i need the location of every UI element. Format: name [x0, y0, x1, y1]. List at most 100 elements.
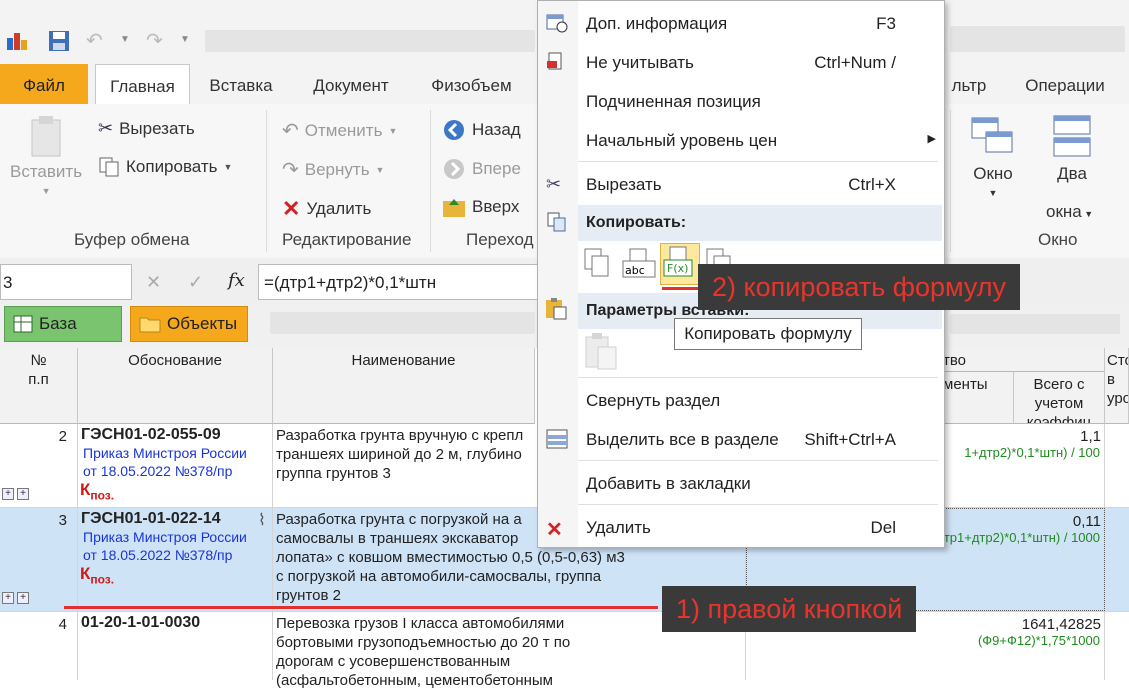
expand-icon[interactable]: + [17, 488, 29, 500]
navigation-group-label: Переход [466, 230, 534, 249]
document-ignore-icon [547, 52, 562, 70]
undo-button[interactable]: ↶ Отменить ▼ [282, 118, 397, 143]
forward-button[interactable]: Впере [442, 157, 521, 181]
base-tab[interactable]: База [4, 306, 122, 342]
objects-label: Объекты [167, 314, 238, 333]
header-cost[interactable]: Стовуро [1105, 348, 1129, 424]
copy-button[interactable]: Копировать ▼ [98, 156, 232, 178]
cut-label: Вырезать [119, 118, 195, 138]
menu-item-subposition[interactable]: Подчиненная позиция [538, 83, 944, 119]
clipboard-icon [31, 116, 61, 157]
windows-icon [971, 117, 1013, 153]
check-icon[interactable]: ✓ [188, 272, 203, 293]
divider [950, 110, 951, 252]
row-basis: ГЭСН01-01-022-14 Приказ Минстроя России … [78, 508, 273, 611]
split-window-icon [1053, 115, 1091, 157]
back-button[interactable]: Назад [442, 118, 521, 142]
menu-item-delete[interactable]: ✕ Удалить Del [538, 509, 944, 545]
copy-text-icon[interactable]: abc [622, 247, 656, 279]
chevron-down-icon: ▼ [223, 162, 233, 172]
menu-item-collapse[interactable]: Свернуть раздел [538, 382, 944, 418]
svg-text:abc: abc [625, 264, 645, 277]
header-qty[interactable]: тво [943, 348, 1105, 372]
copy-formula-button[interactable]: F(x) [660, 243, 700, 285]
header-num[interactable]: № п.п [0, 348, 78, 424]
formula-input[interactable]: =(дтр1+дтр2)*0,1*штн [258, 264, 548, 300]
row-basis: ГЭСН01-02-055-09 Приказ Минстроя России … [78, 424, 273, 507]
two-windows-button[interactable]: Два [1052, 114, 1092, 184]
menu-item-select-all[interactable]: Выделить все в разделе Shift+Ctrl+A [538, 421, 944, 457]
row-ref-date[interactable]: от 18.05.2022 №378/пр [78, 546, 272, 564]
chevron-down-icon[interactable]: ▼ [180, 34, 190, 45]
undo-quick-icon[interactable]: ↶ [86, 28, 103, 53]
objects-tab[interactable]: Объекты [130, 306, 248, 342]
redo-label: Вернуть [304, 159, 370, 179]
copy-label: Копировать [126, 157, 218, 176]
header-name[interactable]: Наименование [273, 348, 535, 424]
row-code: 01-20-1-01-0030 [81, 614, 201, 631]
forward-label: Впере [472, 159, 521, 178]
undo-icon: ↶ [282, 120, 299, 142]
tab-operations[interactable]: Операции [1010, 64, 1120, 104]
cut-button[interactable]: ✂ Вырезать [98, 118, 195, 139]
scissors-icon: ✂ [98, 118, 114, 138]
chevron-down-icon: ▼ [988, 188, 998, 198]
window-label: Окно [973, 164, 1013, 183]
blurred-path [270, 312, 535, 334]
paste-button[interactable]: Вставить ▼ [10, 114, 82, 196]
cell-reference-field[interactable]: 3 [0, 264, 132, 300]
row-ref[interactable]: Приказ Минстроя России [78, 528, 272, 546]
up-label: Вверх [472, 197, 520, 216]
undo-label: Отменить [304, 120, 383, 140]
chevron-down-icon: ▼ [388, 125, 398, 136]
row-ref-date[interactable]: от 18.05.2022 №378/пр [78, 462, 272, 480]
table-icon [13, 315, 33, 333]
menu-item-cut[interactable]: ✂ Вырезать Ctrl+X [538, 166, 944, 202]
expand-icon[interactable]: + [2, 592, 14, 604]
up-button[interactable]: Вверх [442, 196, 519, 218]
tab-document[interactable]: Документ [296, 64, 406, 104]
expand-icon[interactable]: + [17, 592, 29, 604]
row-ref[interactable]: Приказ Минстроя России [78, 444, 272, 462]
tab-home[interactable]: Главная [95, 64, 190, 106]
menu-item-price-level[interactable]: Начальный уровень цен ▶ [538, 122, 944, 158]
base-label: База [39, 314, 77, 333]
callout-step2: 2) копировать формулу [698, 264, 1021, 310]
header-basis[interactable]: Обоснование [78, 348, 273, 424]
header-coef[interactable]: менты [943, 372, 1014, 424]
redo-button[interactable]: ↷ Вернуть ▼ [282, 157, 384, 182]
row-num: 4 [0, 612, 78, 680]
chevron-down-icon[interactable]: ▼ [120, 34, 130, 45]
copy-plain-icon[interactable] [582, 247, 612, 279]
delete-button[interactable]: ✕ Удалить [282, 196, 371, 222]
red-underline [662, 287, 698, 290]
tab-physvolume[interactable]: Физобъем [414, 64, 529, 104]
editing-group-label: Редактирование [282, 230, 412, 249]
tab-insert[interactable]: Вставка [196, 64, 286, 104]
delete-x-icon: ✕ [282, 196, 301, 221]
divider [266, 110, 267, 252]
menu-item-bookmark[interactable]: Добавить в закладки [538, 465, 944, 501]
k-coef-badge: Кпоз. [80, 564, 115, 587]
redo-quick-icon[interactable]: ↷ [146, 28, 163, 53]
expand-icon[interactable]: + [2, 488, 14, 500]
forward-arrow-icon [444, 159, 464, 179]
scissors-icon: ✂ [546, 174, 562, 194]
menu-item-ignore[interactable]: Не учитывать Ctrl+Num / [538, 44, 944, 80]
tab-filter[interactable]: льтр [944, 64, 994, 104]
callout-step1: 1) правой кнопкой [662, 586, 917, 632]
k-coef-badge: Кпоз. [80, 480, 115, 503]
fx-icon[interactable]: fx [228, 270, 245, 291]
cancel-icon[interactable]: ✕ [146, 272, 161, 293]
clipboard-group-label: Буфер обмена [74, 230, 190, 249]
table-row[interactable]: 4 01-20-1-01-0030 Перевозка грузов I кла… [0, 612, 1129, 689]
copy-formula-icon: F(x) [663, 246, 693, 277]
row-code: ГЭСН01-01-022-14 [81, 510, 221, 527]
window-button[interactable]: Окно ▼ [970, 114, 1016, 198]
paperclip-icon[interactable]: ⌇ [258, 510, 266, 530]
tooltip: Копировать формулу [674, 318, 862, 350]
header-total[interactable]: Всего с учетом коэффиц [1014, 372, 1105, 424]
tab-file[interactable]: Файл [0, 64, 88, 104]
save-icon[interactable] [48, 30, 70, 52]
menu-item-info[interactable]: Доп. информация F3 [538, 5, 944, 41]
